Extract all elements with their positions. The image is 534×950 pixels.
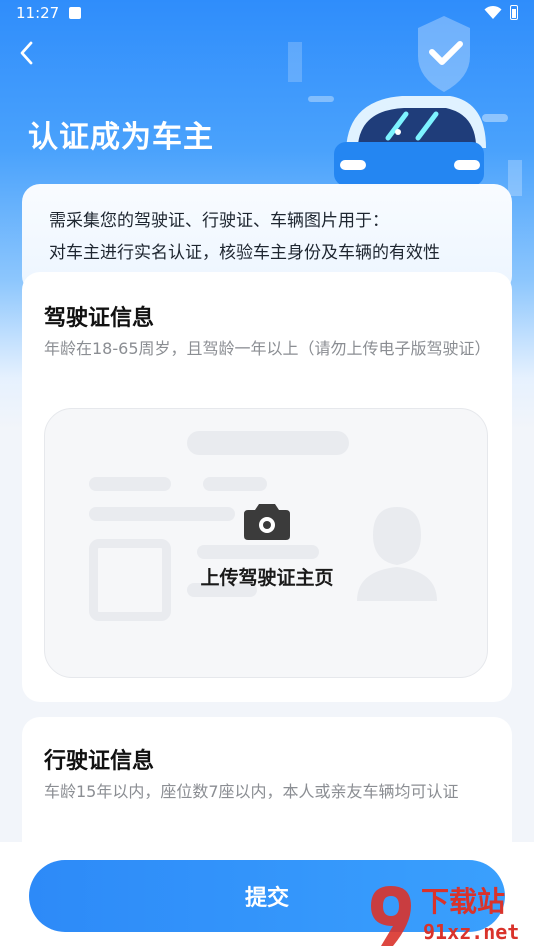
page-title: 认证成为车主	[28, 120, 214, 155]
driver-license-description: 年龄在18-65周岁，且驾龄一年以上（请勿上传电子版驾驶证）	[44, 339, 491, 358]
placeholder-bar	[197, 545, 319, 559]
vehicle-license-description: 车龄15年以内，座位数7座以内，本人或亲友车辆均可认证	[44, 782, 459, 801]
watermark-logo	[371, 886, 411, 946]
driver-license-title: 驾驶证信息	[44, 306, 155, 331]
status-time: 11:27	[16, 4, 60, 22]
placeholder-bar	[89, 507, 235, 521]
placeholder-bar	[203, 477, 267, 491]
intro-line-1: 需采集您的驾驶证、行驶证、车辆图片用于：	[49, 211, 389, 231]
vehicle-license-title: 行驶证信息	[44, 749, 155, 774]
intro-line-2: 对车主进行实名认证，核验车主身份及车辆的有效性	[49, 243, 440, 263]
car-shield-illustration	[288, 16, 522, 196]
driver-license-upload-area[interactable]: 上传驾驶证主页	[44, 408, 488, 678]
watermark-brand: 下载站	[421, 885, 506, 918]
chevron-left-icon	[20, 41, 33, 65]
back-button[interactable]	[12, 38, 42, 68]
driver-license-section: 驾驶证信息 年龄在18-65周岁，且驾龄一年以上（请勿上传电子版驾驶证） 上传驾…	[22, 272, 512, 702]
site-watermark: 下载站 91xz.net	[365, 880, 534, 950]
upload-label: 上传驾驶证主页	[200, 567, 334, 589]
placeholder-bar	[89, 477, 171, 491]
camera-icon	[244, 504, 290, 540]
a-app-icon	[69, 7, 81, 19]
placeholder-bar	[187, 431, 349, 455]
watermark-url: 91xz.net	[423, 920, 520, 944]
